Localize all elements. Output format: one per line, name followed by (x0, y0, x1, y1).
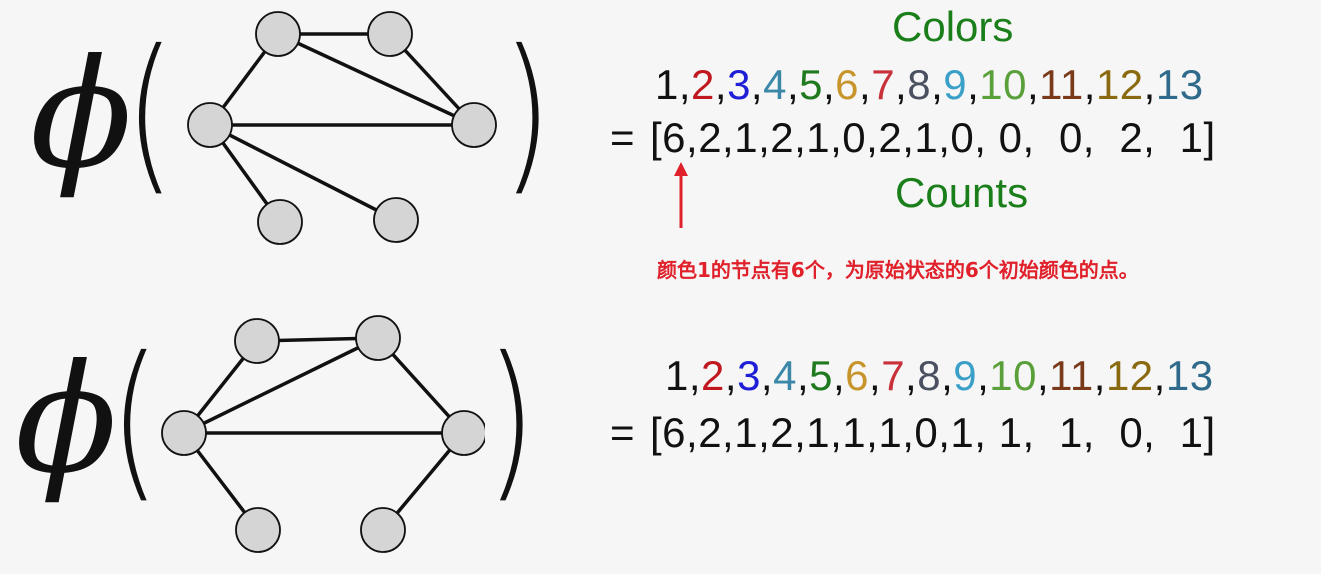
edge (209, 123, 397, 222)
color-index: 2 (691, 61, 715, 108)
node (257, 199, 303, 245)
node (355, 315, 401, 361)
counts-vector-2: [6,2,1,2,1,1,1,0,1, 1, 1, 0, 1] (650, 409, 1216, 456)
color-index: 2 (701, 352, 725, 399)
comma: , (1037, 352, 1050, 399)
comma: , (724, 352, 738, 399)
close-paren-2: ) (486, 321, 536, 519)
color-index: 13 (1165, 352, 1214, 399)
node (187, 102, 233, 148)
node (441, 410, 485, 456)
comma: , (714, 61, 728, 108)
node (360, 507, 406, 553)
comma: , (1153, 352, 1166, 399)
comma: , (832, 352, 846, 399)
phi-symbol-1: ϕ (30, 28, 133, 202)
color-index: 1 (665, 352, 689, 399)
close-paren-1: ) (502, 14, 552, 212)
node (255, 11, 301, 57)
counts-title: Counts (895, 169, 1029, 216)
color-index: 3 (727, 61, 751, 108)
color-indices-row-2: 1,2,3,4,5,6,7,8,9,10,11,12,13 (665, 355, 1214, 397)
node (234, 318, 280, 364)
color-indices-row-1: 1,2,3,4,5,6,7,8,9,10,11,12,13 (655, 64, 1204, 106)
comma: , (678, 61, 692, 108)
color-index: 6 (845, 352, 870, 399)
equals-sign-2: = (610, 409, 636, 456)
equals-sign-1: = (610, 114, 636, 161)
comma: , (1027, 61, 1040, 108)
comma: , (786, 61, 800, 108)
red-arrow-icon (674, 162, 688, 228)
color-index: 10 (979, 61, 1027, 108)
comma: , (859, 61, 872, 108)
color-index: 5 (799, 61, 823, 108)
color-index: 13 (1155, 61, 1204, 108)
color-index: 11 (1039, 61, 1084, 108)
node (367, 11, 413, 57)
open-paren-1: ( (125, 14, 175, 212)
comma: , (1083, 61, 1096, 108)
color-index: 7 (871, 61, 896, 108)
comma: , (760, 352, 774, 399)
color-index: 6 (835, 61, 860, 108)
comma: , (869, 352, 882, 399)
node (451, 102, 497, 148)
color-index: 1 (655, 61, 679, 108)
color-index: 4 (773, 352, 797, 399)
graph-2 (161, 315, 485, 553)
comma: , (796, 352, 810, 399)
color-index: 5 (809, 352, 833, 399)
graph-1 (187, 11, 497, 245)
comma: , (822, 61, 836, 108)
color-index: 12 (1095, 61, 1144, 108)
comma: , (750, 61, 764, 108)
annotation-note: 颜色1的节点有6个，为原始状态的6个初始颜色的点。 (657, 258, 1139, 282)
node (161, 410, 207, 456)
edge (183, 336, 379, 435)
color-index: 9 (953, 352, 978, 399)
color-index: 3 (737, 352, 761, 399)
comma: , (1093, 352, 1106, 399)
comma: , (688, 352, 702, 399)
comma: , (895, 61, 908, 108)
comma: , (1143, 61, 1156, 108)
color-index: 11 (1049, 352, 1094, 399)
color-index: 12 (1105, 352, 1154, 399)
color-index: 4 (763, 61, 787, 108)
color-index: 10 (989, 352, 1037, 399)
node (373, 197, 419, 243)
colors-title: Colors (892, 3, 1014, 50)
color-index: 9 (943, 61, 968, 108)
open-paren-2: ( (110, 321, 160, 519)
counts-vector-1: [6,2,1,2,1,0,2,1,0, 0, 0, 2, 1] (650, 114, 1216, 161)
color-index: 8 (907, 61, 932, 108)
phi-symbol-2: ϕ (15, 333, 118, 507)
color-index: 8 (917, 352, 942, 399)
color-index: 7 (881, 352, 906, 399)
comma: , (977, 352, 990, 399)
comma: , (941, 352, 954, 399)
comma: , (905, 352, 918, 399)
node (235, 507, 281, 553)
comma: , (967, 61, 980, 108)
comma: , (931, 61, 944, 108)
